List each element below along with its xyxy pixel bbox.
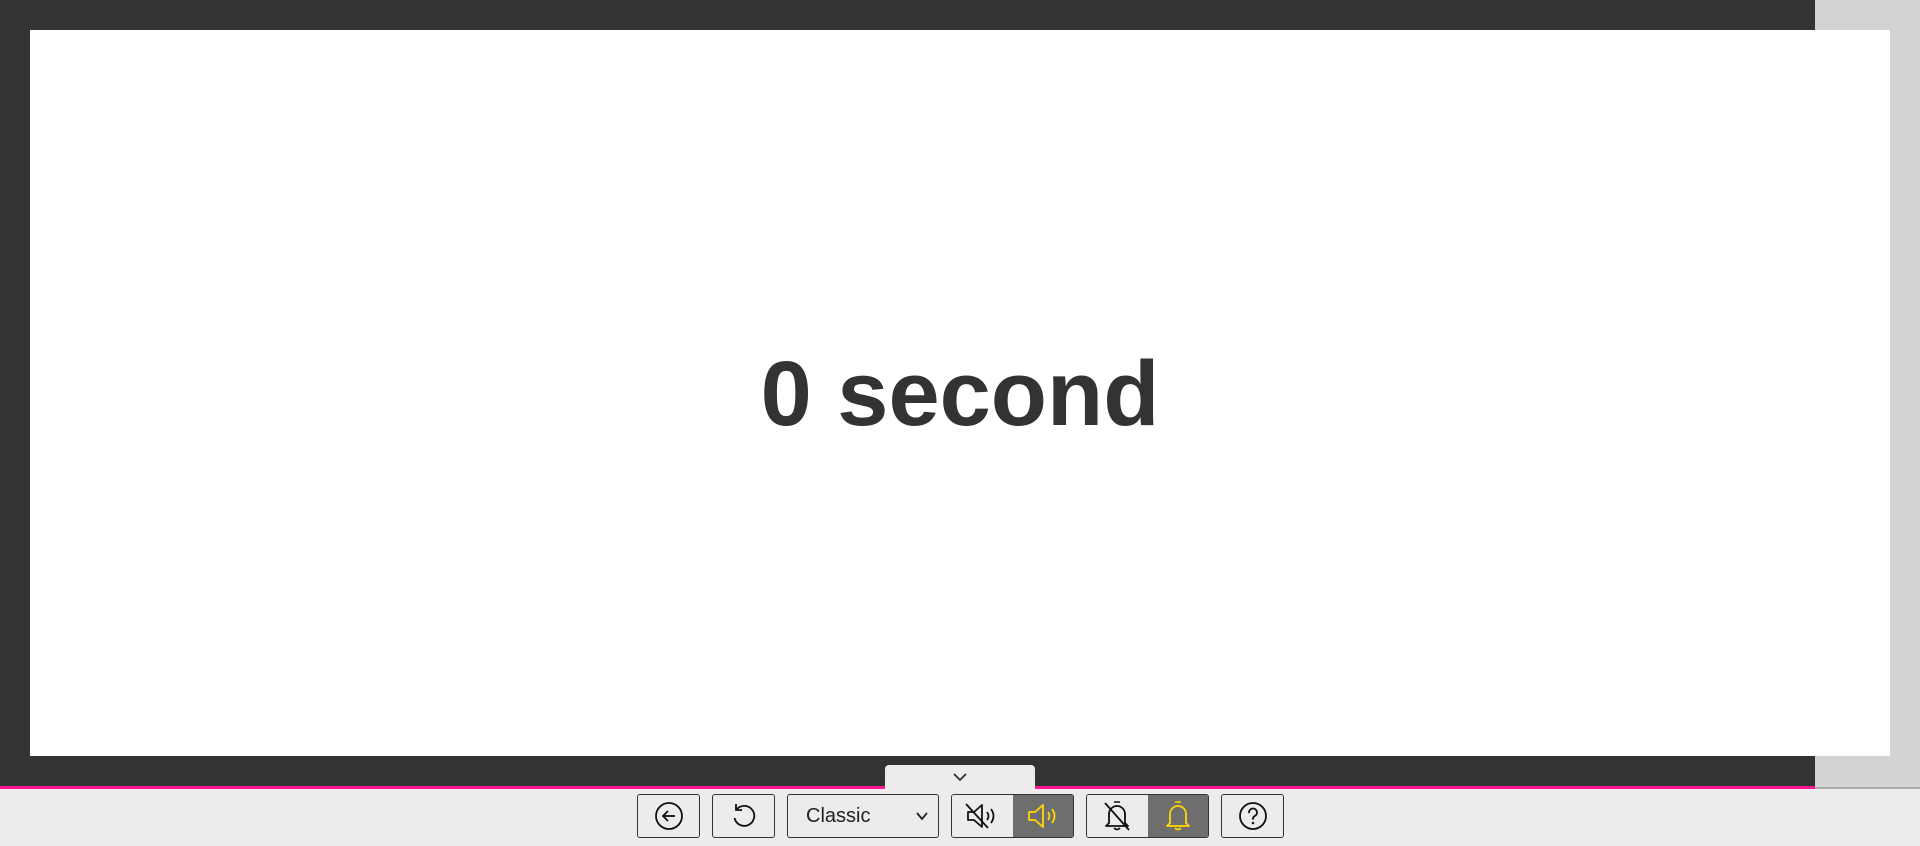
bell-icon bbox=[1165, 801, 1190, 831]
timer-readout-container: 0 second bbox=[30, 30, 1890, 756]
rotate-ccw-icon bbox=[733, 804, 755, 827]
timer-readout: 0 second bbox=[760, 342, 1160, 445]
alarm-off-button[interactable] bbox=[1087, 795, 1148, 837]
help-circle-icon bbox=[1238, 802, 1267, 830]
sound-on-button[interactable] bbox=[1012, 795, 1073, 837]
sound-mute-button[interactable] bbox=[952, 795, 1013, 837]
theme-select-value: Classic bbox=[806, 804, 871, 827]
theme-select[interactable]: Classic bbox=[787, 794, 939, 838]
chevron-down-icon bbox=[953, 773, 967, 782]
chevron-down-icon bbox=[916, 812, 928, 821]
alarm-on-button[interactable] bbox=[1147, 795, 1208, 837]
volume-mute-icon bbox=[965, 803, 995, 829]
bell-off-icon bbox=[1104, 801, 1130, 831]
back-button[interactable] bbox=[637, 794, 700, 838]
alarm-toggle-group bbox=[1086, 794, 1209, 838]
volume-on-icon bbox=[1027, 804, 1056, 828]
reset-button[interactable] bbox=[712, 794, 775, 838]
sound-toggle-group bbox=[951, 794, 1074, 838]
timer-display-panel: 0 second bbox=[30, 30, 1890, 756]
arrow-left-circle-icon bbox=[654, 802, 683, 830]
collapse-toolbar-tab[interactable] bbox=[885, 765, 1035, 789]
help-button[interactable] bbox=[1221, 794, 1284, 838]
